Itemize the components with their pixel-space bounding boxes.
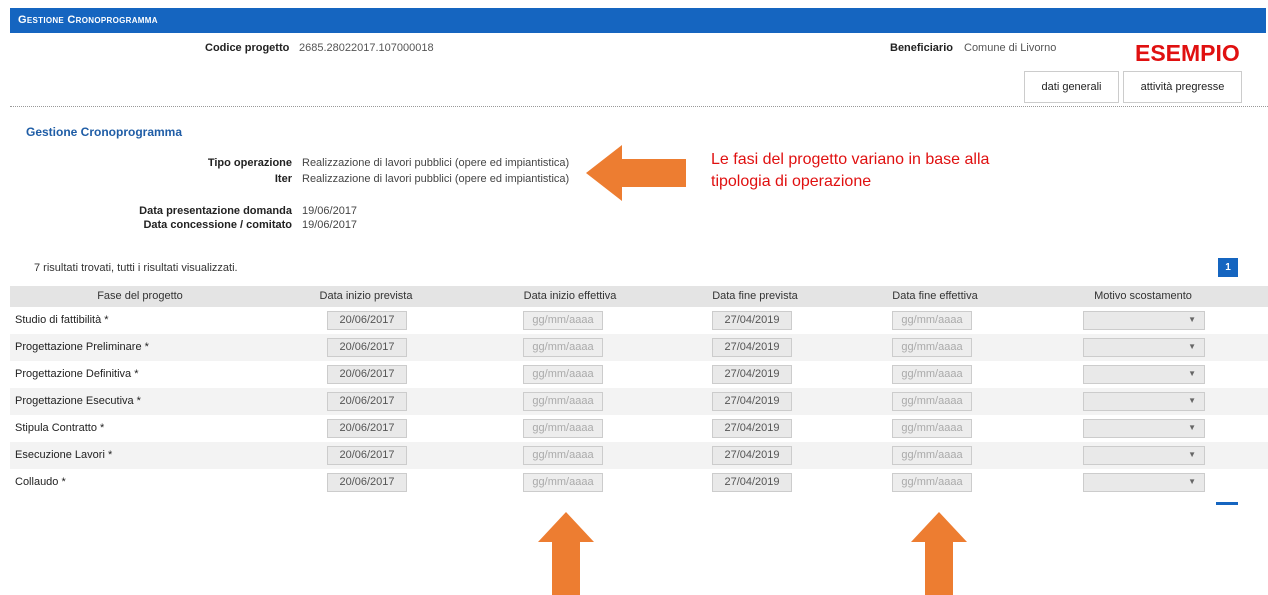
inizio-effettiva-field[interactable]: gg/mm/aaaa	[523, 311, 603, 330]
tipo-operazione-value: Realizzazione di lavori pubblici (opere …	[302, 157, 570, 169]
table-header: Fase del progetto Data inizio prevista D…	[10, 286, 1268, 307]
tipo-operazione-label: Tipo operazione	[207, 157, 292, 169]
inizio-effettiva-field[interactable]: gg/mm/aaaa	[523, 473, 603, 492]
motivo-select[interactable]: ▼	[1083, 311, 1205, 330]
iter-label: Iter	[274, 173, 292, 185]
fine-effettiva-field[interactable]: gg/mm/aaaa	[892, 311, 972, 330]
esempio-label: ESEMPIO	[1135, 40, 1240, 66]
fine-effettiva-field[interactable]: gg/mm/aaaa	[892, 338, 972, 357]
data-concessione-value: 19/06/2017	[302, 219, 358, 231]
chevron-down-icon: ▼	[1188, 477, 1196, 486]
inizio-prevista-field: 20/06/2017	[327, 392, 407, 411]
fine-effettiva-field[interactable]: gg/mm/aaaa	[892, 365, 972, 384]
inizio-effettiva-field[interactable]: gg/mm/aaaa	[523, 446, 603, 465]
attivita-pregresse-button[interactable]: attività pregresse	[1123, 71, 1242, 103]
chevron-down-icon: ▼	[1188, 396, 1196, 405]
arrow-up-icon	[911, 512, 967, 595]
dati-generali-button[interactable]: dati generali	[1024, 71, 1119, 103]
section-title: Gestione Cronoprogramma	[26, 125, 183, 139]
window-title: Gestione Cronoprogramma	[10, 8, 1266, 33]
col-motivo: Motivo scostamento	[1094, 290, 1192, 302]
inizio-prevista-field: 20/06/2017	[327, 365, 407, 384]
data-presentazione-value: 19/06/2017	[302, 205, 358, 217]
inizio-prevista-field: 20/06/2017	[327, 473, 407, 492]
table-row: Progettazione Definitiva * 20/06/2017 gg…	[10, 361, 1268, 388]
col-fine-effettiva: Data fine effettiva	[892, 290, 978, 302]
table-row: Progettazione Esecutiva * 20/06/2017 gg/…	[10, 388, 1268, 415]
fine-prevista-field: 27/04/2019	[712, 446, 792, 465]
inizio-effettiva-field[interactable]: gg/mm/aaaa	[523, 392, 603, 411]
beneficiario-label: Beneficiario	[890, 42, 953, 54]
row-fase: Progettazione Definitiva *	[15, 368, 139, 380]
fine-effettiva-field[interactable]: gg/mm/aaaa	[892, 446, 972, 465]
table-row: Studio di fattibilità * 20/06/2017 gg/mm…	[10, 307, 1268, 334]
codice-label: Codice progetto	[205, 42, 290, 54]
arrow-up-icon	[538, 512, 594, 595]
inizio-prevista-field: 20/06/2017	[327, 338, 407, 357]
fine-prevista-field: 27/04/2019	[712, 392, 792, 411]
row-fase: Collaudo *	[15, 476, 66, 488]
codice-value: 2685.28022017.107000018	[299, 42, 434, 54]
motivo-select[interactable]: ▼	[1083, 392, 1205, 411]
inizio-effettiva-field[interactable]: gg/mm/aaaa	[523, 419, 603, 438]
motivo-select[interactable]: ▼	[1083, 446, 1205, 465]
fine-effettiva-field[interactable]: gg/mm/aaaa	[892, 419, 972, 438]
fine-prevista-field: 27/04/2019	[712, 311, 792, 330]
motivo-select[interactable]: ▼	[1083, 419, 1205, 438]
inizio-prevista-field: 20/06/2017	[327, 419, 407, 438]
fine-prevista-field: 27/04/2019	[712, 473, 792, 492]
fine-prevista-field: 27/04/2019	[712, 419, 792, 438]
motivo-select[interactable]: ▼	[1083, 473, 1205, 492]
chevron-down-icon: ▼	[1188, 369, 1196, 378]
fine-effettiva-field[interactable]: gg/mm/aaaa	[892, 473, 972, 492]
arrow-left-icon	[586, 145, 686, 201]
fine-prevista-field: 27/04/2019	[712, 338, 792, 357]
chevron-down-icon: ▼	[1188, 315, 1196, 324]
inizio-effettiva-field[interactable]: gg/mm/aaaa	[523, 338, 603, 357]
chevron-down-icon: ▼	[1188, 450, 1196, 459]
window-title-text: Gestione Cronoprogramma	[18, 14, 158, 26]
chevron-down-icon: ▼	[1188, 342, 1196, 351]
col-fine-prevista: Data fine prevista	[712, 290, 798, 302]
fine-effettiva-field[interactable]: gg/mm/aaaa	[892, 392, 972, 411]
inizio-prevista-field: 20/06/2017	[327, 311, 407, 330]
table-row: Esecuzione Lavori * 20/06/2017 gg/mm/aaa…	[10, 442, 1268, 469]
data-concessione-label: Data concessione / comitato	[143, 219, 292, 231]
annotation-note: Le fasi del progetto variano in base all…	[711, 149, 989, 193]
fine-prevista-field: 27/04/2019	[712, 365, 792, 384]
table-row: Stipula Contratto * 20/06/2017 gg/mm/aaa…	[10, 415, 1268, 442]
annotation-line-1: Le fasi del progetto variano in base all…	[711, 151, 990, 168]
beneficiario-value: Comune di Livorno	[964, 42, 1057, 54]
row-fase: Stipula Contratto *	[15, 422, 105, 434]
row-fase: Studio di fattibilità *	[15, 314, 109, 326]
col-inizio-effettiva: Data inizio effettiva	[523, 290, 617, 302]
results-count: 7 risultati trovati, tutti i risultati v…	[34, 262, 238, 274]
separator	[10, 106, 1268, 107]
table-row: Progettazione Preliminare * 20/06/2017 g…	[10, 334, 1268, 361]
data-presentazione-label: Data presentazione domanda	[139, 205, 292, 217]
inizio-effettiva-field[interactable]: gg/mm/aaaa	[523, 365, 603, 384]
annotation-line-2: tipologia di operazione	[711, 173, 872, 190]
motivo-select[interactable]: ▼	[1083, 338, 1205, 357]
row-fase: Progettazione Esecutiva *	[15, 395, 141, 407]
table-row: Collaudo * 20/06/2017 gg/mm/aaaa 27/04/2…	[10, 469, 1268, 496]
chevron-down-icon: ▼	[1188, 423, 1196, 432]
col-fase: Fase del progetto	[97, 290, 183, 302]
col-inizio-prevista: Data inizio prevista	[319, 290, 413, 302]
row-fase: Esecuzione Lavori *	[15, 449, 113, 461]
motivo-select[interactable]: ▼	[1083, 365, 1205, 384]
row-fase: Progettazione Preliminare *	[15, 341, 149, 353]
pager-indicator	[1216, 502, 1238, 505]
iter-value: Realizzazione di lavori pubblici (opere …	[302, 173, 570, 185]
pager-page-1[interactable]: 1	[1218, 258, 1238, 277]
inizio-prevista-field: 20/06/2017	[327, 446, 407, 465]
